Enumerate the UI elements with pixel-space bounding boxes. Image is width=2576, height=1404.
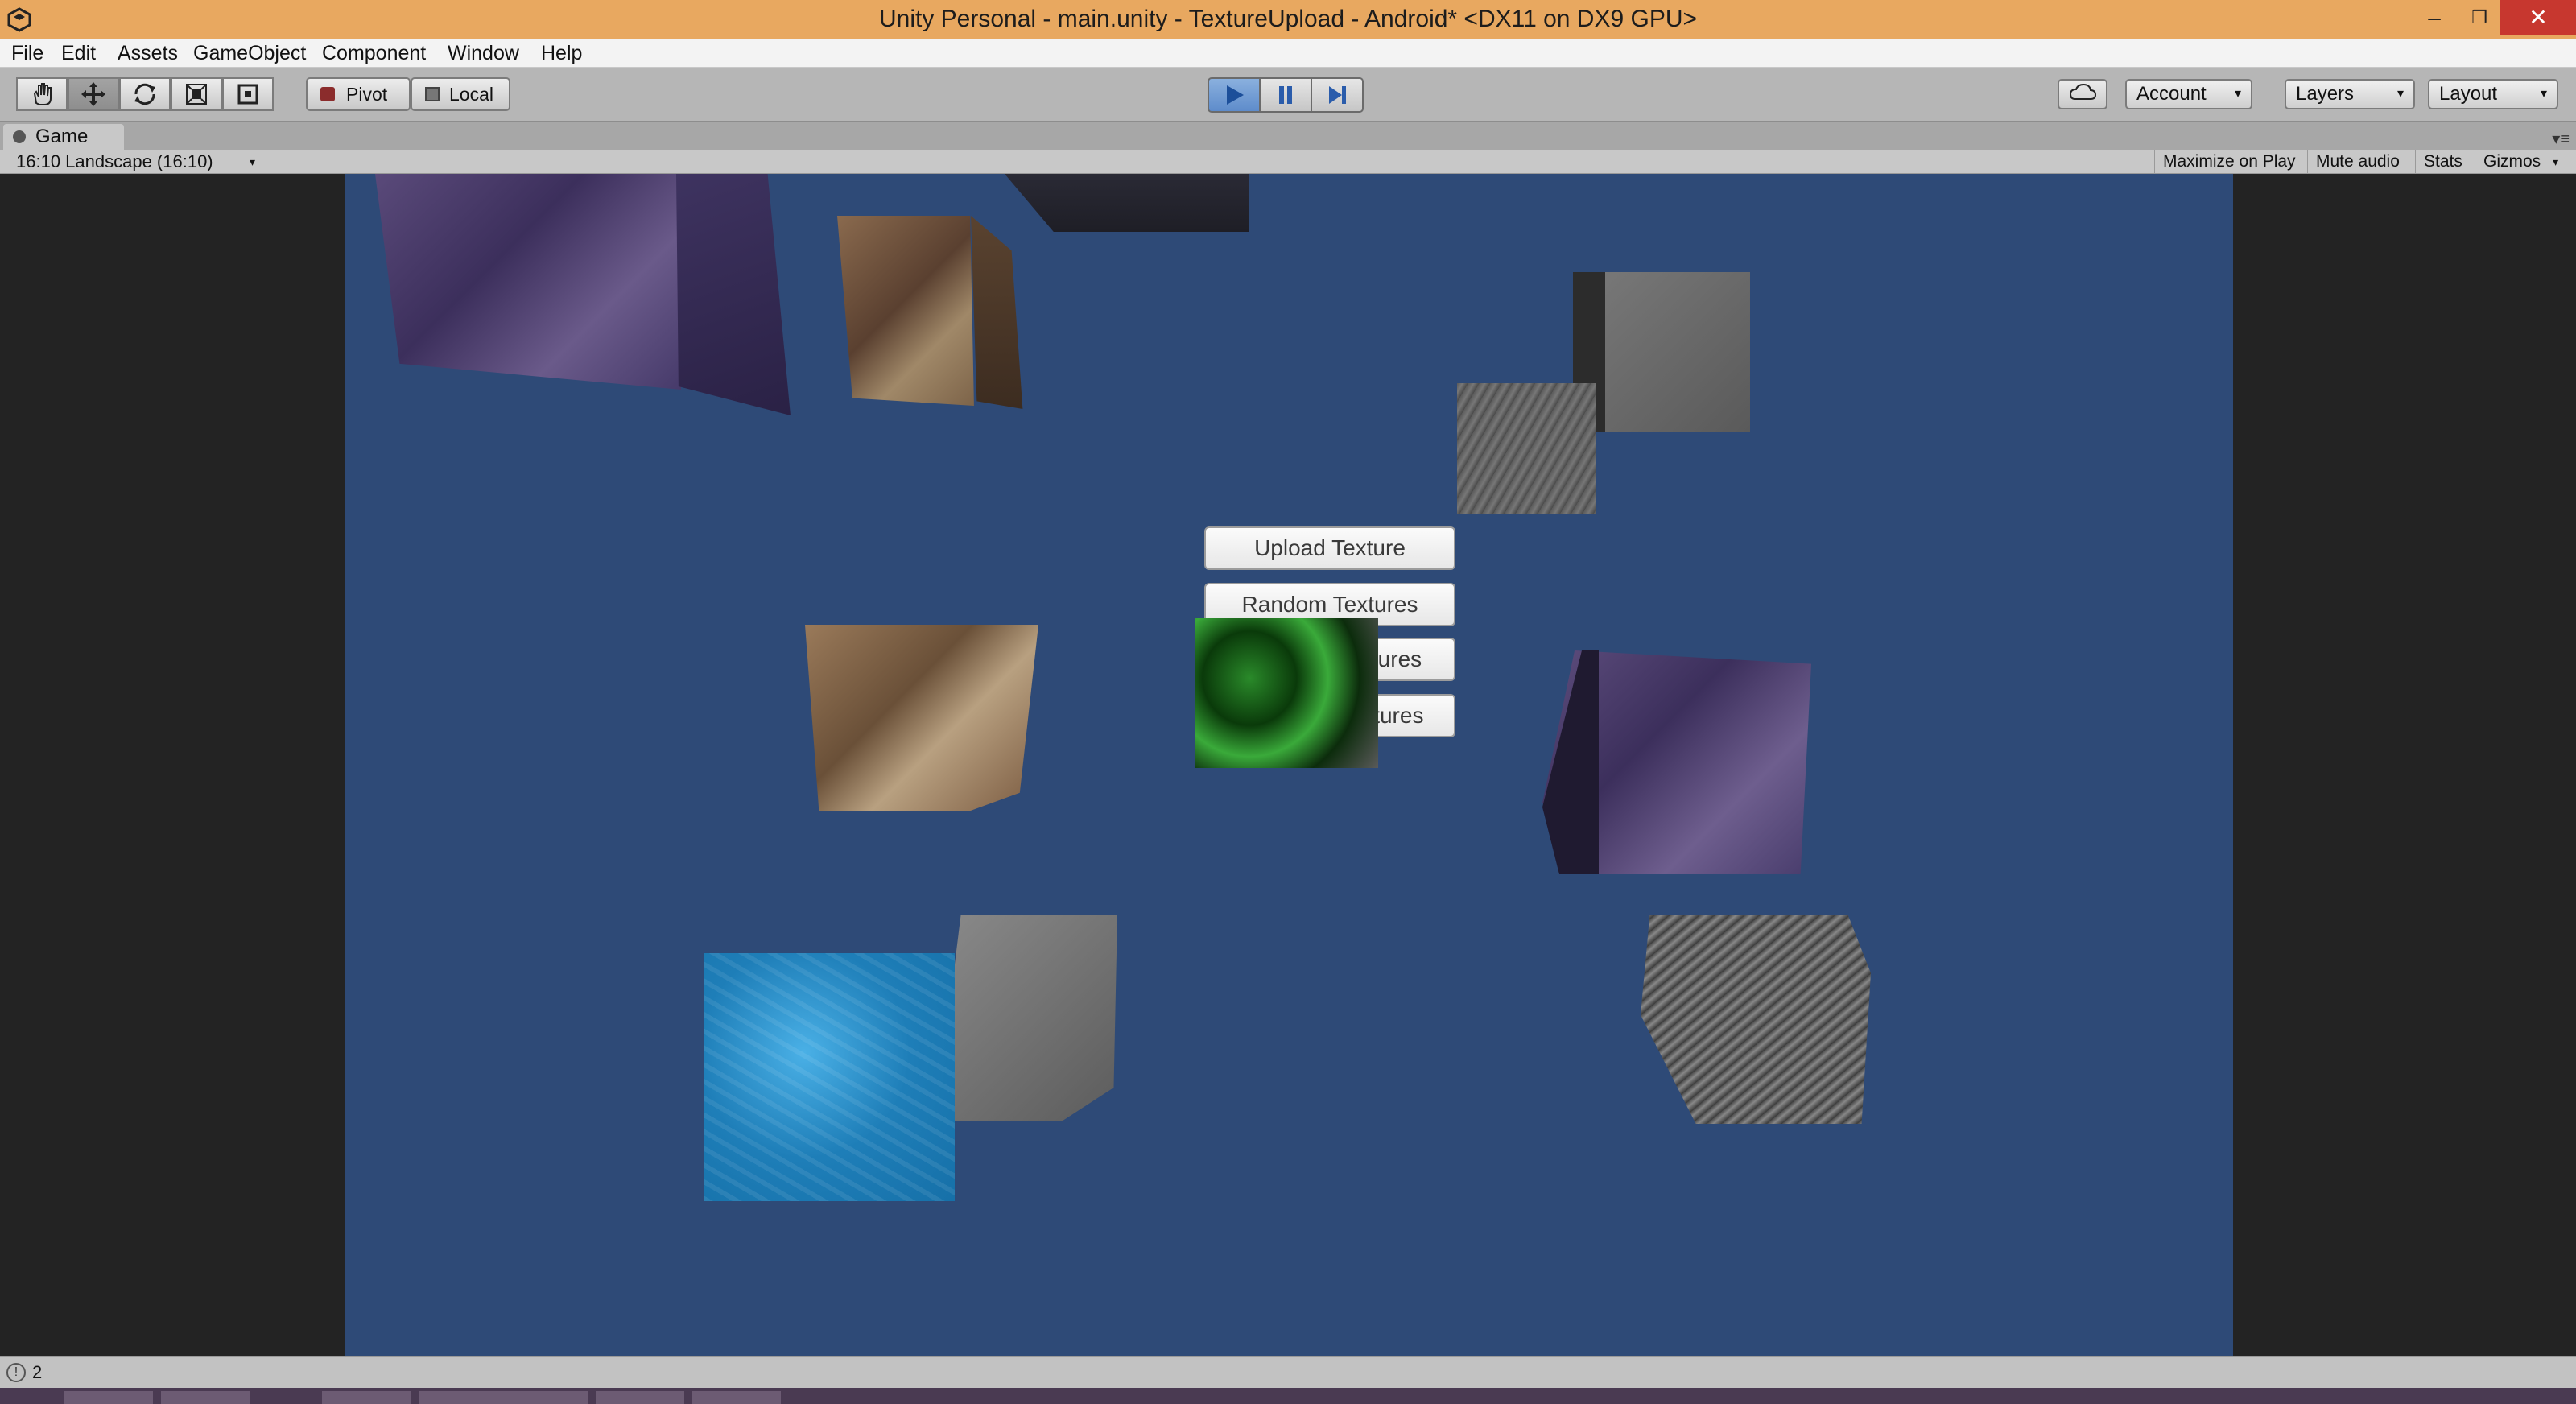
cloud-icon	[2069, 83, 2097, 100]
chevron-down-icon: ▾	[250, 155, 256, 168]
pause-icon	[1279, 86, 1292, 104]
menu-assets[interactable]: Assets	[118, 39, 178, 68]
pause-button[interactable]	[1259, 77, 1312, 113]
play-icon	[1227, 85, 1244, 105]
window-title: Unity Personal - main.unity - TextureUpl…	[878, 6, 1698, 32]
taskbar-item[interactable]	[161, 1391, 250, 1404]
layout-label: Layout	[2439, 83, 2498, 105]
move-icon	[81, 82, 105, 106]
cloud-button[interactable]	[2058, 79, 2107, 109]
maximize-on-play-toggle[interactable]: Maximize on Play	[2154, 150, 2304, 174]
taskbar-item[interactable]	[596, 1391, 684, 1404]
panel-menu-icon[interactable]: ▾≡	[2552, 129, 2570, 149]
pivot-label: Pivot	[346, 84, 388, 105]
pivot-toggle[interactable]: Pivot	[306, 77, 411, 111]
account-label: Account	[2136, 83, 2207, 105]
taskbar-item[interactable]	[692, 1391, 781, 1404]
upload-texture-button[interactable]: Upload Texture	[1204, 526, 1455, 570]
layout-dropdown[interactable]: Layout ▾	[2428, 79, 2558, 109]
taskbar-item[interactable]	[64, 1391, 153, 1404]
chevron-down-icon: ▾	[2396, 87, 2404, 101]
step-button[interactable]	[1311, 77, 1364, 113]
aspect-label: 16:10 Landscape (16:10)	[16, 151, 213, 171]
menu-help[interactable]: Help	[541, 39, 582, 68]
rect-tool-button[interactable]	[222, 77, 274, 111]
account-dropdown[interactable]: Account ▾	[2125, 79, 2252, 109]
taskbar-item[interactable]	[322, 1391, 411, 1404]
game-tab-icon	[13, 130, 26, 143]
menu-gameobject[interactable]: GameObject	[193, 39, 306, 68]
step-icon	[1329, 86, 1346, 104]
menu-bar: File Edit Assets GameObject Component Wi…	[0, 39, 2576, 68]
play-button[interactable]	[1208, 77, 1261, 113]
menu-file[interactable]: File	[11, 39, 43, 68]
gizmos-dropdown[interactable]: Gizmos ▾	[2475, 150, 2565, 174]
rotate-tool-button[interactable]	[119, 77, 171, 111]
hand-icon	[33, 83, 52, 105]
tab-game[interactable]: Game	[3, 124, 124, 150]
chevron-down-icon: ▾	[2234, 87, 2241, 101]
restore-button[interactable]: ❐	[2455, 0, 2504, 35]
layers-label: Layers	[2296, 83, 2355, 105]
chevron-down-icon: ▾	[2553, 155, 2559, 168]
local-label: Local	[449, 84, 493, 105]
pivot-icon	[320, 87, 335, 101]
rotate-icon	[134, 83, 155, 105]
layers-dropdown[interactable]: Layers ▾	[2285, 79, 2415, 109]
hand-tool-button[interactable]	[16, 77, 68, 111]
game-view-bar: 16:10 Landscape (16:10) ▾ Maximize on Pl…	[0, 150, 2576, 174]
local-toggle[interactable]: Local	[411, 77, 510, 111]
menu-component[interactable]: Component	[322, 39, 426, 68]
menu-window[interactable]: Window	[448, 39, 519, 68]
gizmos-label: Gizmos	[2483, 152, 2541, 171]
mute-audio-toggle[interactable]: Mute audio	[2307, 150, 2408, 174]
scale-icon	[186, 84, 207, 105]
stats-toggle[interactable]: Stats	[2415, 150, 2471, 174]
panel-tab-bar: Game ▾≡	[0, 122, 2576, 150]
taskbar-item[interactable]	[419, 1391, 507, 1404]
close-button[interactable]: ✕	[2500, 0, 2576, 35]
taskbar-item[interactable]	[499, 1391, 588, 1404]
status-text[interactable]: 2	[32, 1357, 42, 1389]
menu-edit[interactable]: Edit	[61, 39, 96, 68]
info-icon: !	[6, 1363, 26, 1382]
aspect-dropdown[interactable]: 16:10 Landscape (16:10) ▾	[16, 150, 255, 174]
title-bar: Unity Personal - main.unity - TextureUpl…	[0, 0, 2576, 39]
taskbar	[0, 1388, 2576, 1404]
toolbar: Pivot Local Account ▾ Layers ▾ Layout ▾	[0, 68, 2576, 122]
move-tool-button[interactable]	[68, 77, 119, 111]
game-scene[interactable]: Upload Texture Random Textures Latest 10…	[345, 174, 2233, 1356]
local-icon	[425, 87, 440, 101]
rect-tool-icon	[237, 84, 258, 105]
tab-game-label: Game	[35, 126, 89, 147]
status-bar: ! 2	[0, 1356, 2576, 1388]
minimize-button[interactable]: –	[2410, 0, 2458, 35]
game-view: Upload Texture Random Textures Latest 10…	[0, 174, 2576, 1356]
scale-tool-button[interactable]	[171, 77, 222, 111]
chevron-down-icon: ▾	[2540, 87, 2547, 101]
